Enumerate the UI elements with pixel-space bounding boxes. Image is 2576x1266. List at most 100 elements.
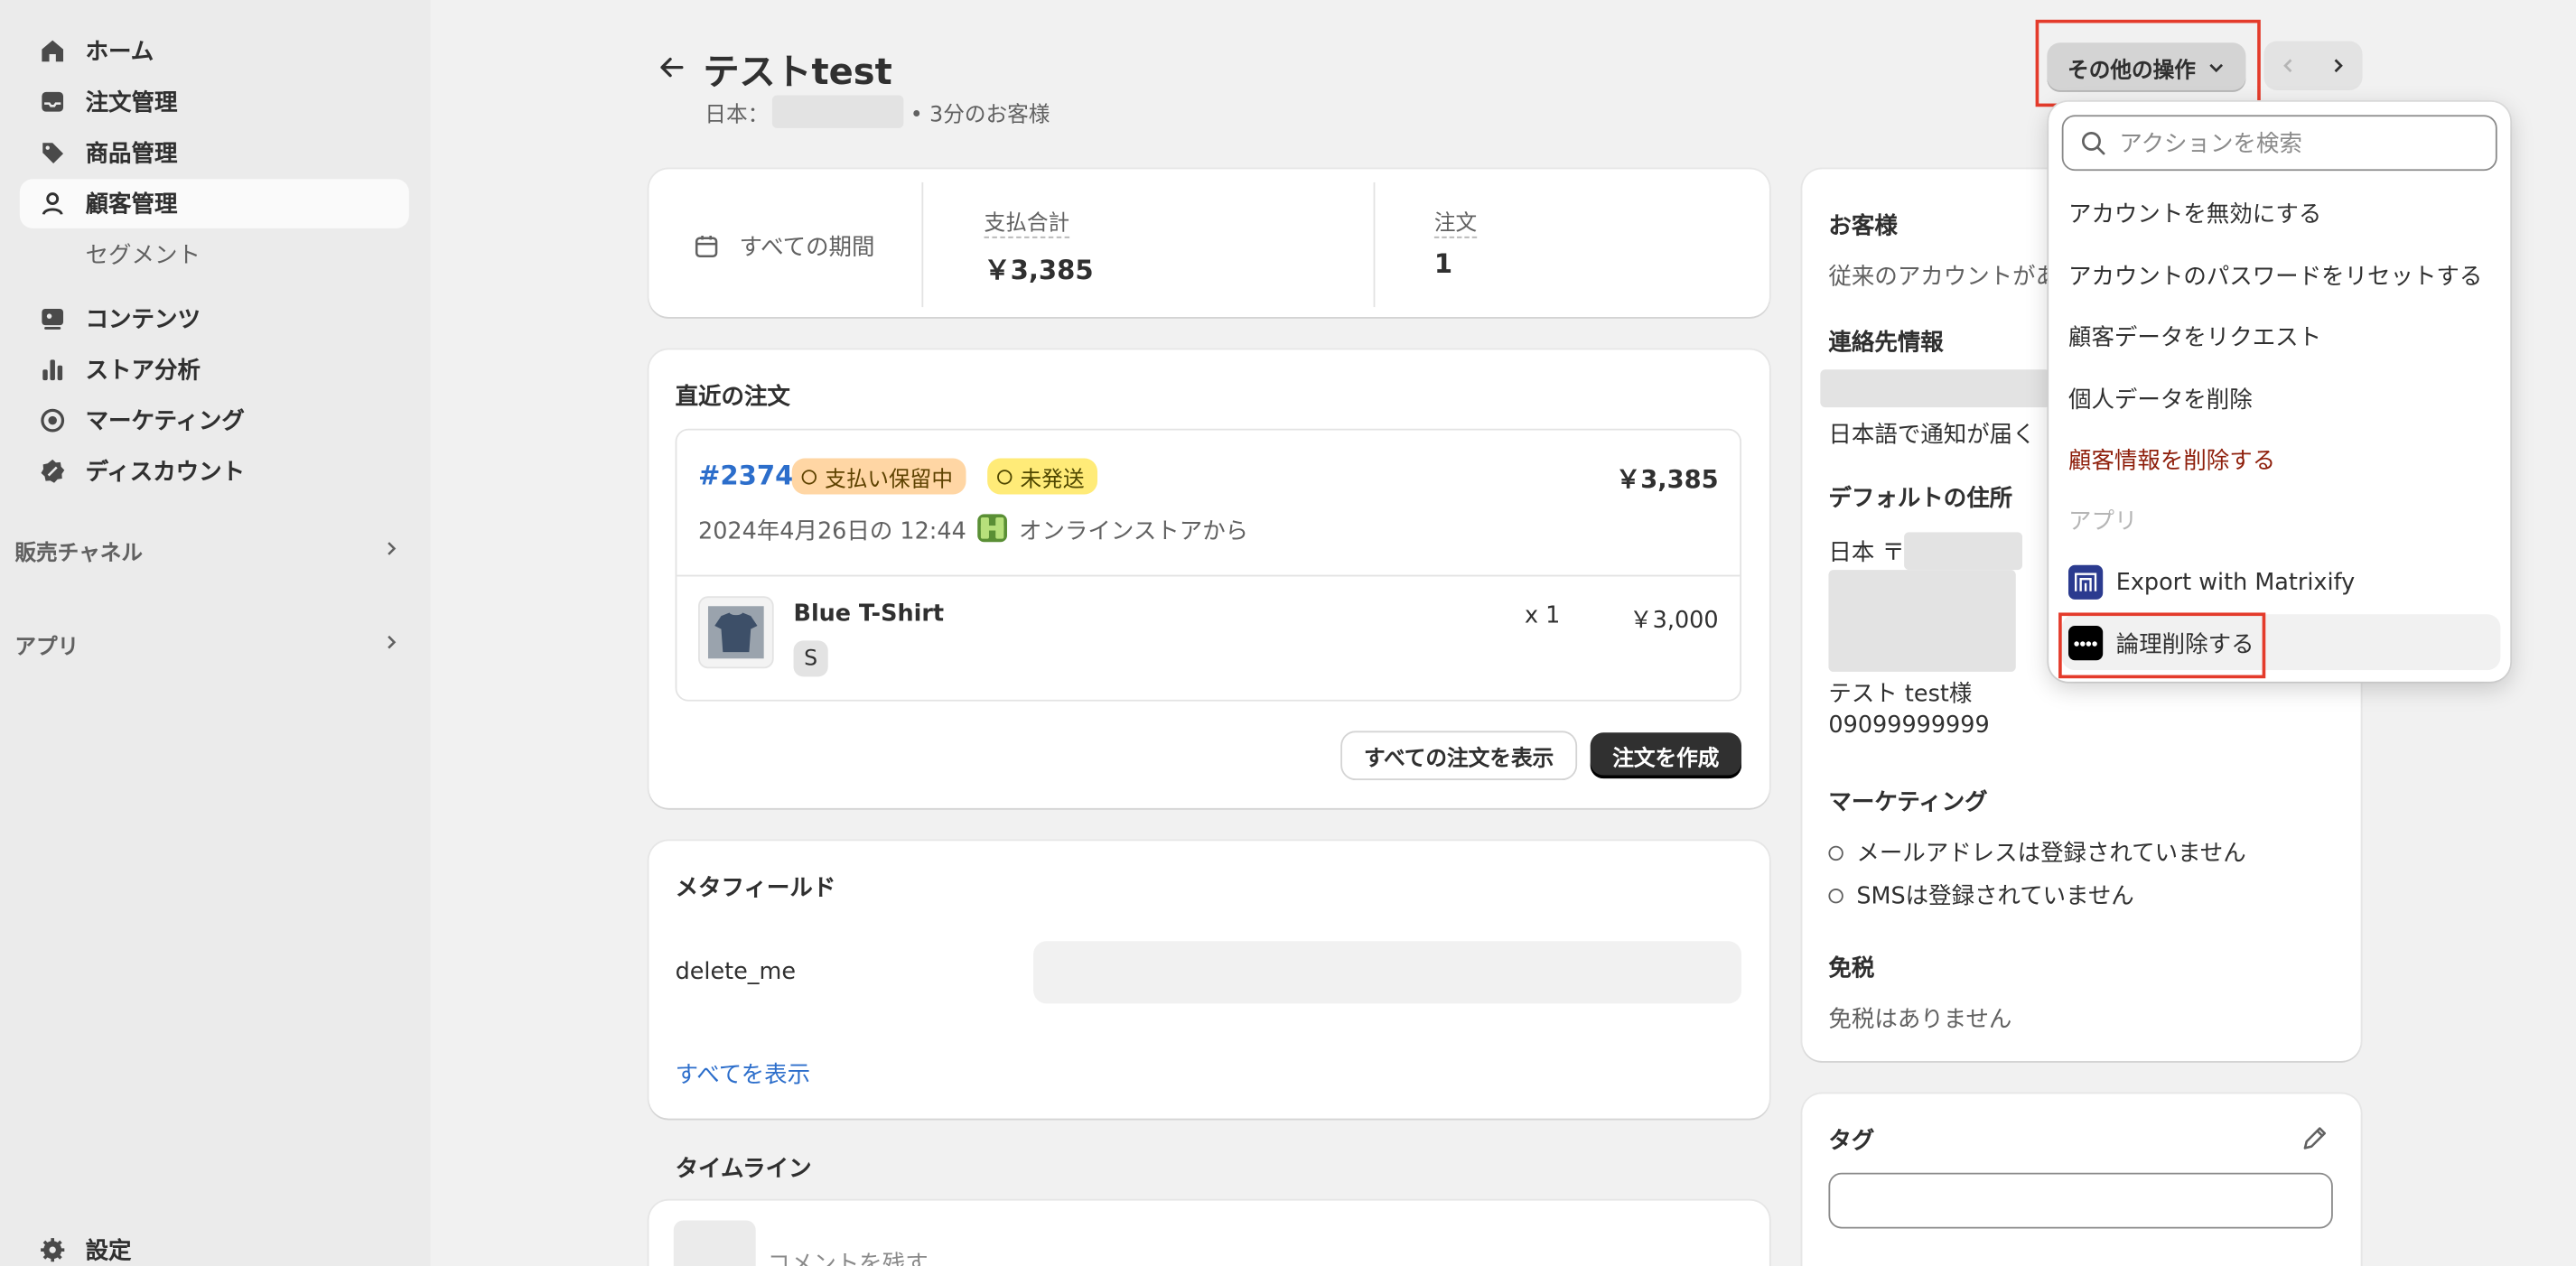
arrow-left-icon: [660, 57, 684, 78]
sidebar-item-analytics[interactable]: ストア分析: [20, 345, 409, 395]
total-spent-label: 支払合計: [984, 211, 1070, 238]
redacted-block: [1828, 570, 2016, 672]
menu-item-delete-customer[interactable]: 顧客情報を削除する: [2068, 443, 2275, 476]
previous-button[interactable]: [2263, 41, 2313, 90]
product-name[interactable]: Blue T-Shirt: [794, 601, 945, 628]
order-summary: #2374 支払い保留中 未発送 ￥3,385 2024年4月26日の 12:4…: [675, 428, 1742, 702]
period-label: すべての期間: [739, 235, 875, 262]
comment-input[interactable]: コメントを残す: [767, 1247, 928, 1266]
inbox-icon: [40, 88, 66, 115]
order-meta: 2024年4月26日の 12:44 オンラインストアから: [698, 511, 1248, 551]
target-icon: [40, 407, 66, 433]
sidebar-item-label: コンテンツ: [85, 307, 201, 334]
period-selector[interactable]: すべての期間: [694, 230, 875, 263]
search-placeholder: アクションを検索: [2119, 131, 2302, 158]
order-number-link[interactable]: #2374: [698, 460, 793, 491]
metafields-title: メタフィールド: [675, 875, 836, 902]
highlight-box-soft-delete: [2058, 612, 2266, 679]
order-date: 2024年4月26日の 12:44: [698, 518, 966, 545]
sidebar-item-products[interactable]: 商品管理: [20, 128, 409, 178]
view-all-orders-button[interactable]: すべての注文を表示: [1342, 732, 1576, 779]
payment-badge-label: 支払い保留中: [825, 467, 953, 492]
customer-subline: 日本： • 3分のお客様: [705, 95, 1050, 128]
total-spent-value: ￥3,385: [984, 254, 1094, 286]
address-name: テスト test様: [1828, 681, 1973, 708]
tax-exemption-title: 免税: [1828, 955, 1875, 982]
pencil-icon: [2303, 1127, 2327, 1150]
stats-card: すべての期間 支払合計 ￥3,385 注文 1: [649, 169, 1769, 318]
chevron-left-icon: [2283, 59, 2292, 73]
menu-item-label: Export with Matrixify: [2115, 569, 2356, 596]
tshirt-icon: [707, 606, 764, 659]
metafields-card: メタフィールド delete_me すべてを表示: [649, 841, 1769, 1119]
calendar-icon: [695, 236, 718, 258]
content-icon: [40, 305, 66, 331]
sidebar-item-content[interactable]: コンテンツ: [20, 294, 409, 344]
order-total: ￥3,385: [1615, 464, 1719, 495]
back-button[interactable]: [654, 50, 690, 86]
next-button[interactable]: [2313, 41, 2363, 90]
sidebar-item-home[interactable]: ホーム: [20, 26, 409, 76]
tags-card: タグ: [1802, 1094, 2361, 1266]
menu-item-erase-personal-data[interactable]: 個人データを削除: [2068, 383, 2253, 415]
sidebar-item-discounts[interactable]: ディスカウント: [20, 447, 409, 497]
sidebar-item-label: マーケティング: [85, 408, 245, 436]
menu-item-disable-account[interactable]: アカウントを無効にする: [2068, 197, 2321, 229]
phone-number: 09099999999: [1828, 712, 1990, 740]
sms-marketing-status: SMSは登録されていません: [1828, 879, 2134, 911]
highlight-box-more-actions: [2035, 19, 2261, 107]
address-country: 日本 〒: [1828, 539, 1905, 566]
edit-tags-button[interactable]: [2300, 1123, 2329, 1159]
product-thumbnail[interactable]: [698, 596, 774, 669]
divider: [921, 182, 924, 308]
timeline-card: コメントを残す: [649, 1200, 1769, 1266]
sidebar-item-label: ストア分析: [85, 358, 201, 385]
email-status-label: メールアドレスは登録されていません: [1856, 841, 2246, 868]
bar-chart-icon: [40, 357, 66, 383]
status-circle-icon: [1828, 888, 1843, 903]
sidebar: ホーム 注文管理 商品管理 顧客管理 セグメント コンテンツ ストア分析 マーケ…: [0, 0, 431, 1266]
metafield-value-input[interactable]: [1033, 941, 1742, 1004]
timeline-title: タイムライン: [675, 1156, 812, 1183]
chevron-right-icon: [381, 631, 401, 657]
tag-icon: [40, 140, 66, 166]
pager: [2263, 41, 2363, 91]
redacted-block: [1820, 369, 2050, 408]
orders-label: 注文: [1433, 211, 1478, 238]
sidebar-item-marketing[interactable]: マーケティング: [20, 396, 409, 445]
chevron-right-icon: [2334, 59, 2343, 73]
customer-title: お客様: [1828, 213, 1898, 240]
apps-label: アプリ: [14, 635, 79, 661]
sidebar-section-sales-channels[interactable]: 販売チャネル: [14, 535, 400, 567]
sidebar-subitem-segments[interactable]: セグメント: [86, 238, 201, 271]
sidebar-item-settings[interactable]: 設定: [20, 1225, 409, 1266]
apps-section-label: アプリ: [2067, 508, 2138, 535]
metafield-name: delete_me: [675, 959, 797, 986]
item-price: ￥3,000: [1629, 607, 1719, 635]
tags-title: タグ: [1828, 1128, 1875, 1155]
menu-item-reset-password[interactable]: アカウントのパスワードをリセットする: [2068, 259, 2482, 292]
create-order-button[interactable]: 注文を作成: [1590, 732, 1742, 779]
divider: [1373, 182, 1376, 308]
gear-icon: [40, 1237, 66, 1263]
marketing-title: マーケティング: [1828, 789, 1988, 816]
discount-icon: [40, 458, 66, 484]
show-all-link[interactable]: すべてを表示: [676, 1057, 810, 1090]
sidebar-item-label: 商品管理: [85, 141, 178, 168]
payment-pending-badge: 支払い保留中: [791, 458, 966, 495]
sidebar-section-apps[interactable]: アプリ: [14, 629, 401, 661]
menu-item-request-data[interactable]: 顧客データをリクエスト: [2068, 321, 2321, 353]
redacted-block: [1904, 532, 2023, 571]
notify-language-text: 日本語で通知が届く: [1828, 422, 2036, 449]
unfulfilled-badge: 未発送: [987, 458, 1098, 495]
sidebar-item-orders[interactable]: 注文管理: [20, 77, 409, 126]
redacted-block: [771, 95, 904, 128]
sidebar-item-label: ホーム: [85, 39, 154, 66]
search-icon: [2082, 131, 2105, 155]
sidebar-item-label: ディスカウント: [85, 460, 246, 487]
sidebar-item-label: 設定: [85, 1238, 132, 1265]
tags-input[interactable]: [1828, 1172, 2333, 1229]
sidebar-item-customers[interactable]: 顧客管理: [19, 179, 409, 228]
menu-item-export-matrixify[interactable]: Export with Matrixify: [2067, 564, 2356, 600]
action-search-input[interactable]: アクションを検索: [2061, 115, 2497, 172]
